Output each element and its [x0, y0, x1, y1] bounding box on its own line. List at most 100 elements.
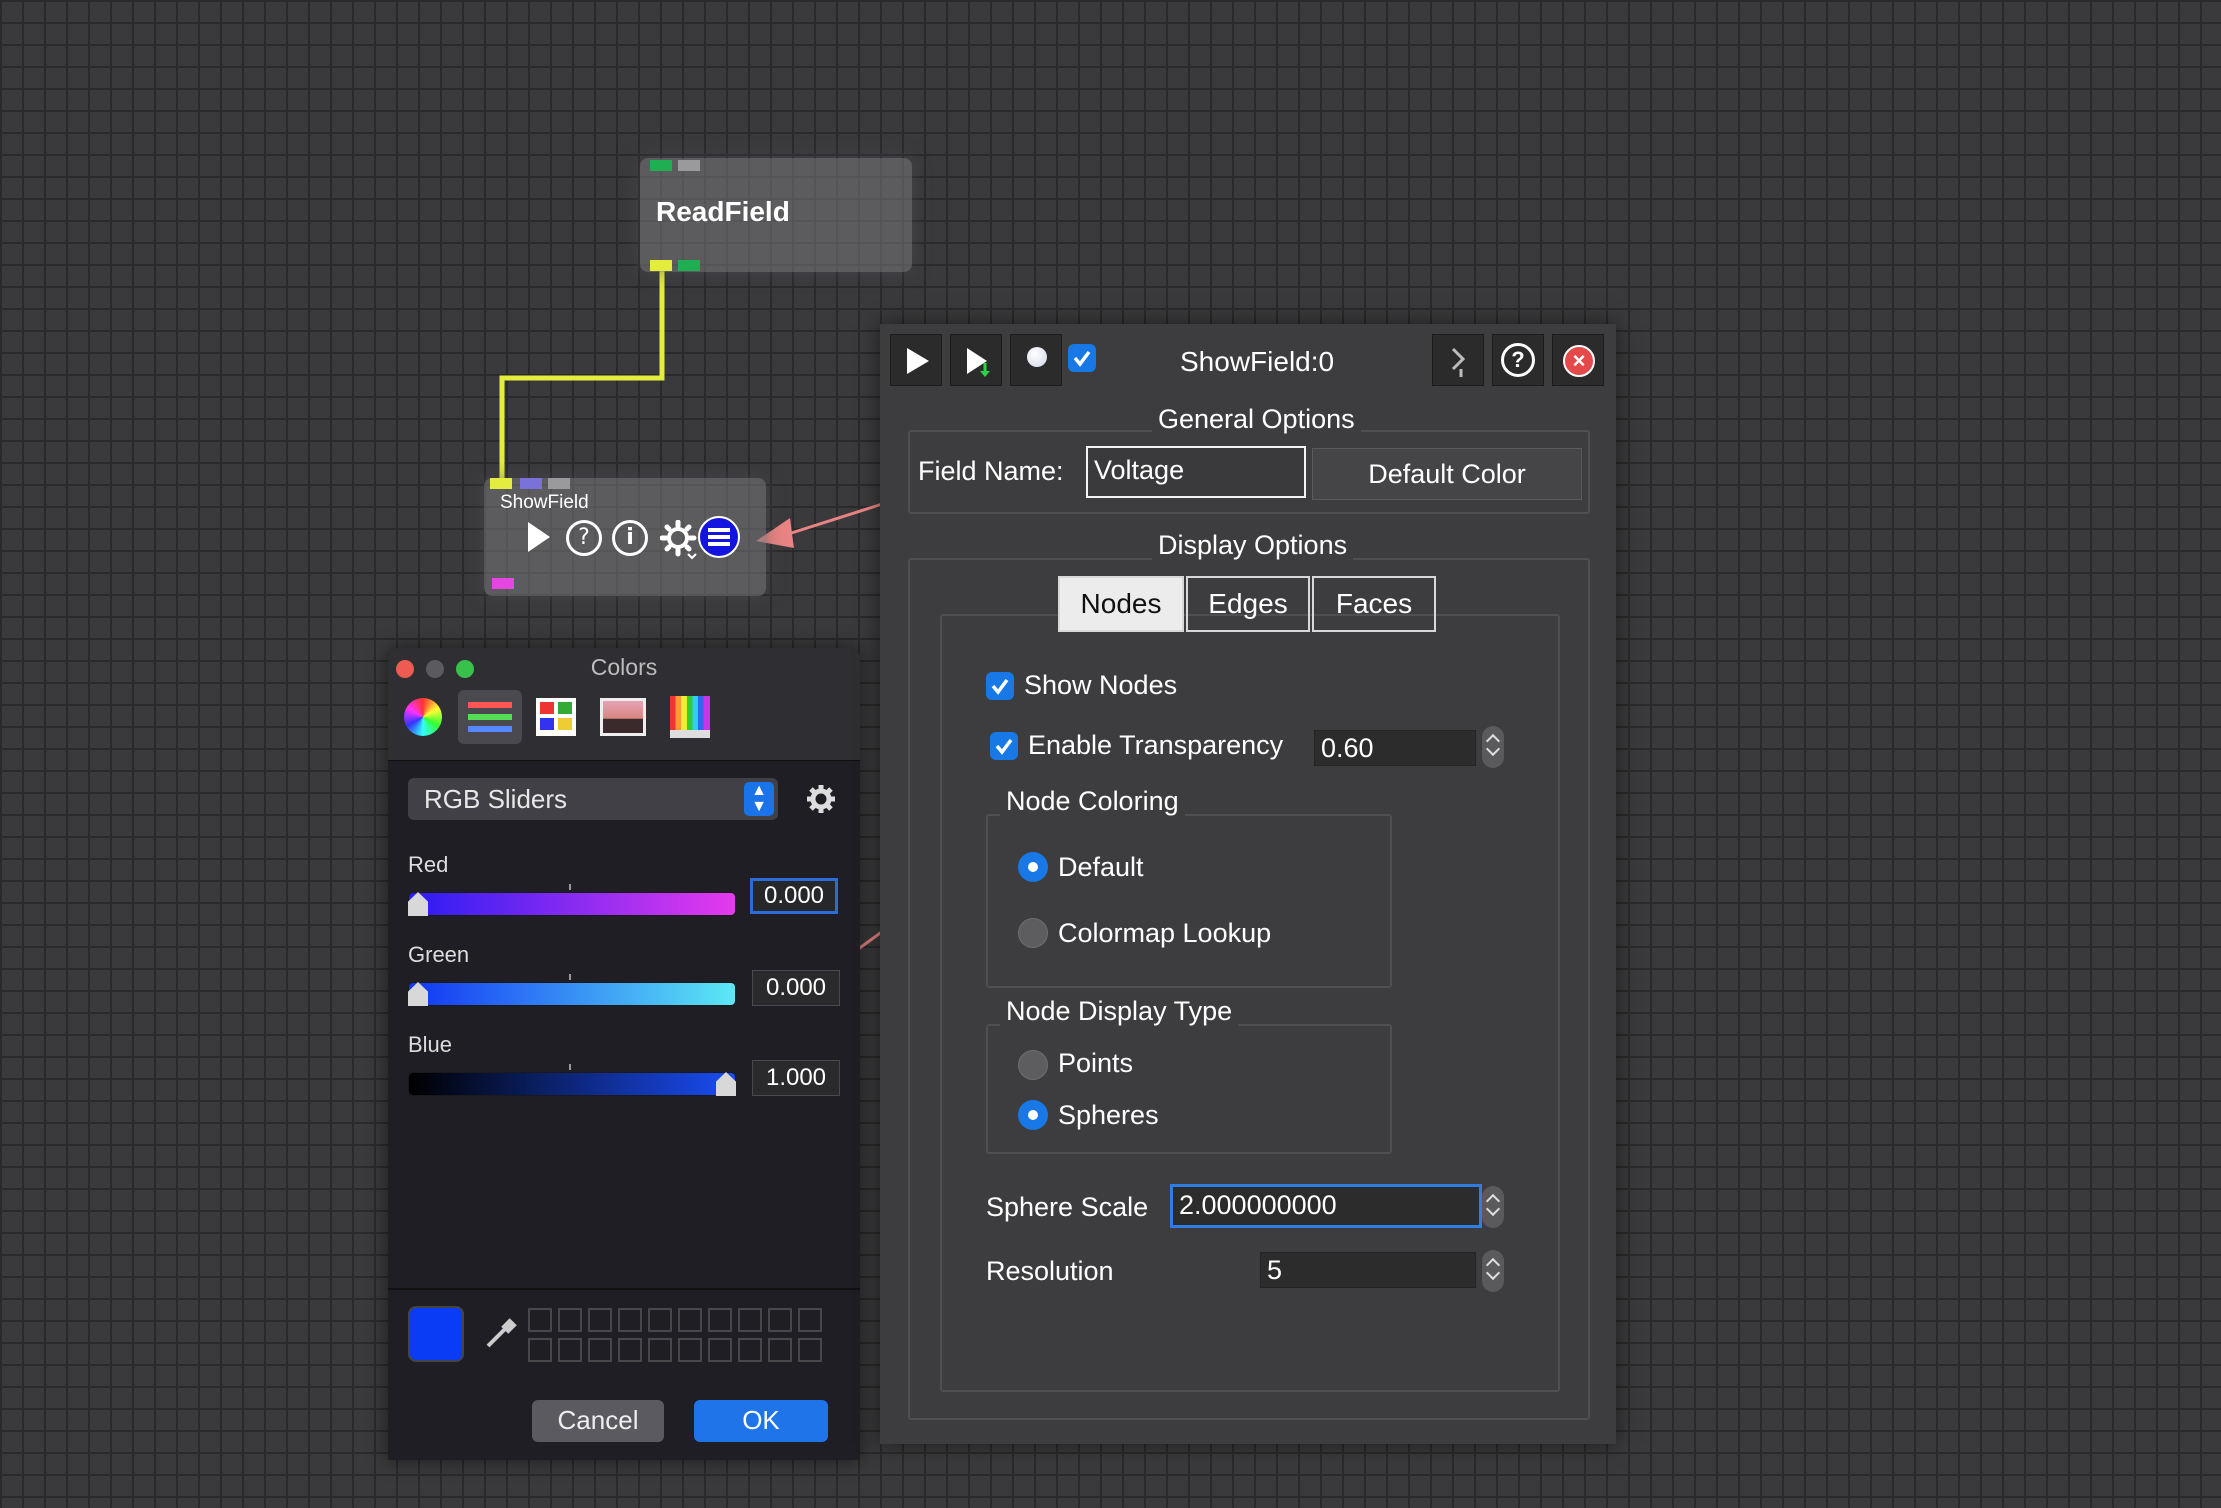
node-coloring-default-radio[interactable]: [1018, 852, 1048, 882]
swatch-cell[interactable]: [588, 1308, 612, 1332]
enabled-checkbox[interactable]: [1068, 344, 1096, 372]
swatch-grid[interactable]: [528, 1304, 828, 1364]
swatch-cell[interactable]: [528, 1338, 552, 1362]
module-menu-icon[interactable]: [698, 516, 740, 558]
node-display-spheres-radio[interactable]: [1018, 1100, 1048, 1130]
showfield-input-port-purple[interactable]: [520, 478, 542, 489]
readfield-input-port-green[interactable]: [650, 160, 672, 171]
gear-icon[interactable]: [806, 784, 836, 814]
checkbox-icon: [995, 738, 1013, 755]
mode-select[interactable]: RGB Sliders ▲ ▼: [408, 778, 778, 820]
swatch-cell[interactable]: [648, 1338, 672, 1362]
readfield-output-port-yellow[interactable]: [650, 260, 672, 271]
node-coloring-colormap-radio[interactable]: [1018, 918, 1048, 948]
tab-faces[interactable]: Faces: [1312, 576, 1436, 632]
node-coloring-border: [986, 814, 1392, 988]
record-button[interactable]: [1010, 334, 1062, 386]
red-label: Red: [408, 852, 449, 877]
swatch-cell[interactable]: [708, 1308, 732, 1332]
module-play-icon[interactable]: [524, 520, 552, 554]
general-options-title: General Options: [1152, 404, 1361, 435]
swatch-cell[interactable]: [618, 1338, 642, 1362]
module-help-icon[interactable]: ?: [566, 520, 602, 556]
help-button[interactable]: ?: [1492, 334, 1544, 386]
node-display-spheres-label: Spheres: [1058, 1100, 1159, 1130]
tab-nodes[interactable]: Nodes: [1058, 576, 1184, 632]
readfield-input-port-gray[interactable]: [678, 160, 700, 171]
readfield-module[interactable]: ReadField: [640, 158, 912, 272]
swatch-cell[interactable]: [648, 1308, 672, 1332]
node-coloring-default-label: Default: [1058, 852, 1144, 882]
swatch-cell[interactable]: [798, 1338, 822, 1362]
resolution-input[interactable]: 5: [1260, 1252, 1476, 1288]
cancel-button[interactable]: Cancel: [532, 1400, 664, 1442]
swatch-cell[interactable]: [708, 1338, 732, 1362]
tab-edges[interactable]: Edges: [1186, 576, 1310, 632]
color-wheel-icon[interactable]: [404, 698, 442, 736]
showfield-module[interactable]: ShowField ? i: [484, 478, 766, 596]
module-gear-icon[interactable]: [660, 520, 700, 560]
image-icon[interactable]: [600, 698, 646, 736]
swatch-cell[interactable]: [798, 1308, 822, 1332]
node-display-points-radio[interactable]: [1018, 1050, 1048, 1080]
checkbox-icon: [1073, 350, 1091, 367]
show-nodes-label: Show Nodes: [1024, 670, 1178, 700]
colors-panel: Colors RGB Sliders ▲ ▼ Red 0.000 Green 0.…: [388, 648, 860, 1460]
enable-transparency-checkbox[interactable]: [990, 732, 1018, 760]
showfield-output-port-magenta[interactable]: [492, 578, 514, 589]
sphere-scale-input[interactable]: 2.000000000: [1170, 1184, 1482, 1228]
module-info-icon[interactable]: i: [612, 520, 648, 556]
swatch-cell[interactable]: [738, 1308, 762, 1332]
dialog-title: ShowField:0: [1180, 346, 1335, 377]
blue-label: Blue: [408, 1032, 453, 1057]
showfield-input-port-gray[interactable]: [548, 478, 570, 489]
show-nodes-checkbox[interactable]: [986, 672, 1014, 700]
showfield-input-port-yellow[interactable]: [490, 478, 512, 489]
transparency-stepper[interactable]: [1482, 726, 1504, 768]
green-value-field[interactable]: 0.000: [752, 970, 840, 1006]
sliders-icon[interactable]: [458, 690, 522, 744]
eyedropper-icon[interactable]: [484, 1316, 518, 1350]
pencils-icon[interactable]: [670, 696, 710, 738]
node-display-points-label: Points: [1058, 1048, 1134, 1078]
showfield-title: ShowField: [500, 492, 589, 513]
swatch-cell[interactable]: [588, 1338, 612, 1362]
blue-slider[interactable]: [408, 1072, 736, 1096]
ok-button[interactable]: OK: [694, 1400, 828, 1442]
palettes-icon[interactable]: [536, 698, 576, 736]
resolution-stepper[interactable]: [1482, 1250, 1504, 1292]
blue-value-field[interactable]: 1.000: [752, 1060, 840, 1096]
transparency-input[interactable]: 0.60: [1314, 730, 1476, 766]
swatch-cell[interactable]: [768, 1308, 792, 1332]
swatch-cell[interactable]: [738, 1338, 762, 1362]
swatch-cell[interactable]: [528, 1308, 552, 1332]
green-slider[interactable]: [408, 982, 736, 1006]
field-name-input[interactable]: Voltage: [1086, 446, 1306, 498]
mode-select-value: RGB Sliders: [424, 784, 568, 814]
red-slider[interactable]: [408, 892, 736, 916]
node-display-type-group: [986, 1024, 1392, 1154]
close-button[interactable]: ×: [1552, 334, 1604, 386]
execute-downstream-button[interactable]: [950, 334, 1002, 386]
colors-title: Colors: [590, 654, 658, 680]
current-color-well[interactable]: [408, 1306, 464, 1362]
swatch-cell[interactable]: [558, 1338, 582, 1362]
blue-tick: [569, 1064, 571, 1070]
node-coloring-colormap-label: Colormap Lookup: [1058, 918, 1272, 948]
execute-button[interactable]: [890, 334, 942, 386]
default-color-button[interactable]: Default Color: [1312, 448, 1582, 500]
record-icon: [1027, 347, 1047, 367]
field-name-label: Field Name:: [918, 456, 1064, 486]
swatch-divider: [388, 1288, 860, 1290]
resolution-label: Resolution: [986, 1256, 1114, 1286]
swatch-cell[interactable]: [558, 1308, 582, 1332]
swatch-cell[interactable]: [678, 1338, 702, 1362]
swatch-cell[interactable]: [618, 1308, 642, 1332]
sphere-scale-stepper[interactable]: [1482, 1186, 1504, 1228]
readfield-output-port-green[interactable]: [678, 260, 700, 271]
red-value-field[interactable]: 0.000: [750, 878, 838, 914]
collapse-button[interactable]: [1432, 334, 1484, 386]
swatch-cell[interactable]: [678, 1308, 702, 1332]
swatch-cell[interactable]: [768, 1338, 792, 1362]
node-display-type-title: Node Display Type: [1000, 996, 1239, 1027]
